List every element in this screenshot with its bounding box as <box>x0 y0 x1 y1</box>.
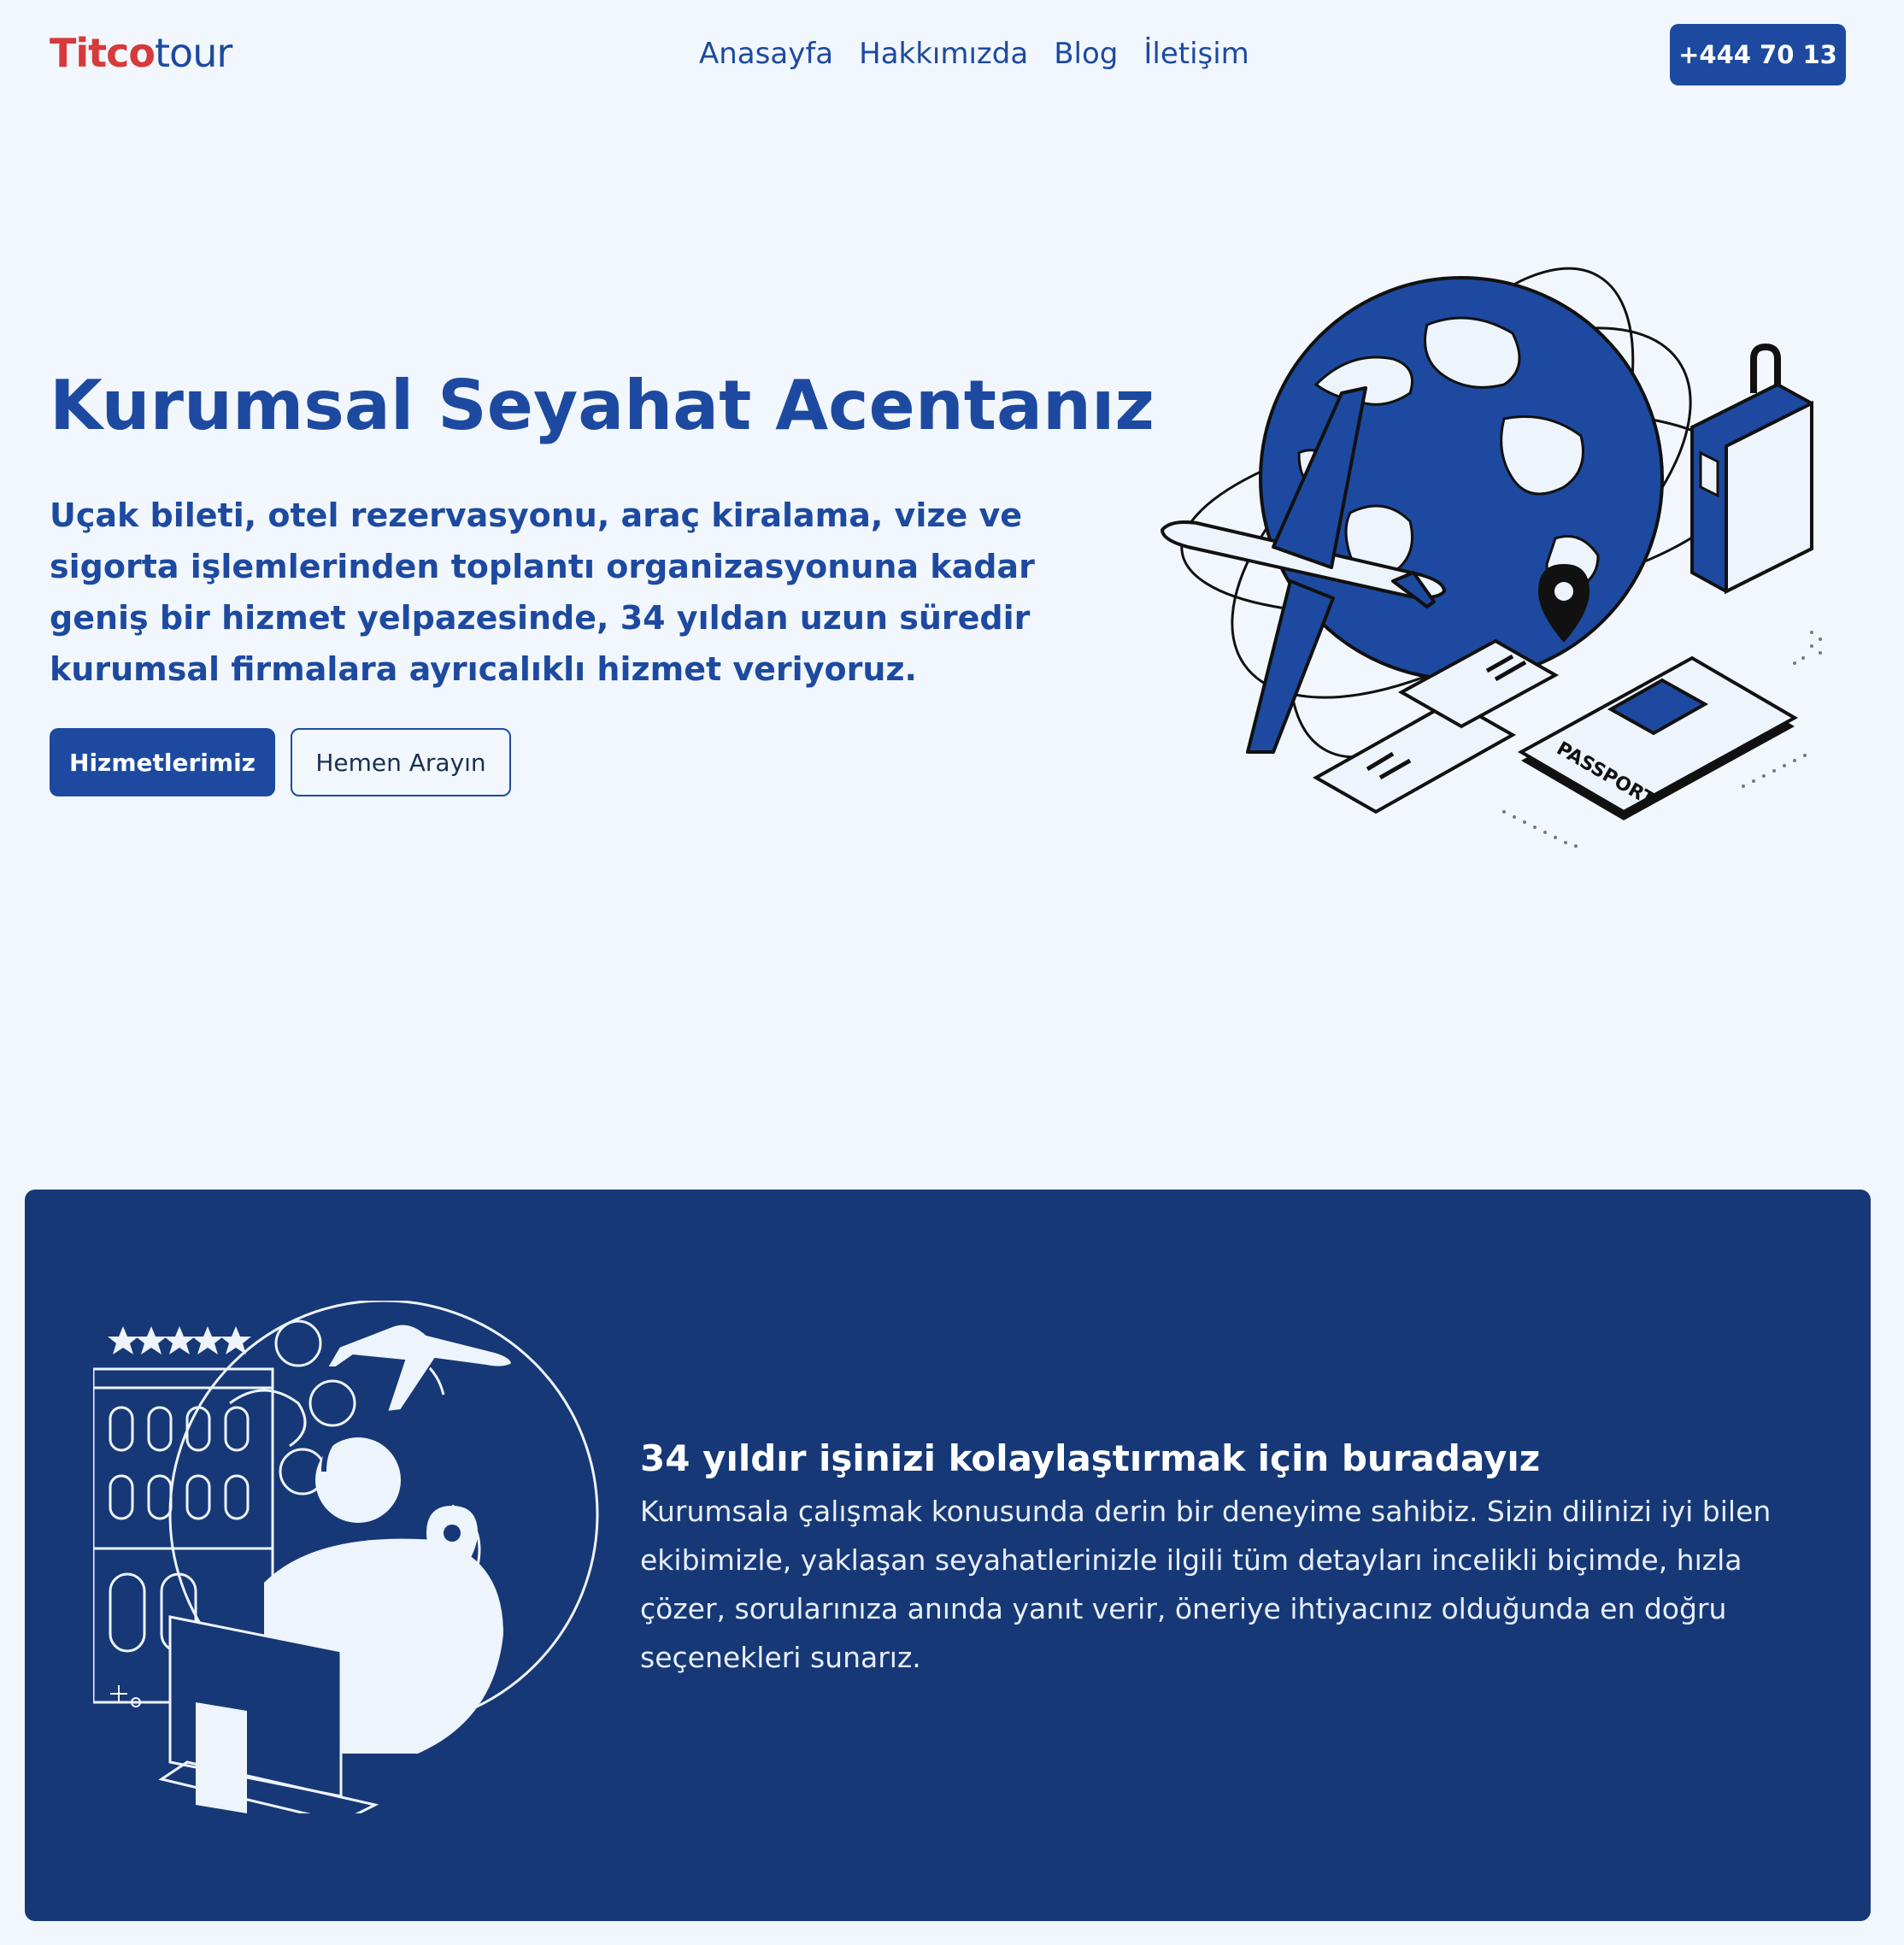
about-highlight-section: 34 yıldır işinizi kolaylaştırmak için bu… <box>25 1190 1871 1921</box>
nav-item-iletisim[interactable]: İletişim <box>1143 32 1249 75</box>
five-star-rating-icon <box>108 1326 251 1354</box>
nav-item-blog[interactable]: Blog <box>1054 32 1118 75</box>
logo-part-red: Titco <box>50 30 156 76</box>
nav-item-hakkimizda[interactable]: Hakkımızda <box>859 32 1028 75</box>
about-text: Kurumsala çalışmak konusunda derin bir d… <box>640 1495 1772 1674</box>
gym-icon <box>309 1379 356 1427</box>
suitcase-icon <box>1690 343 1813 595</box>
support-agent-illustration <box>93 1301 599 1813</box>
brand-logo[interactable]: Titcotour <box>50 26 232 80</box>
restaurant-icon <box>274 1319 322 1367</box>
about-title: 34 yıldır işinizi kolaylaştırmak için bu… <box>640 1437 1541 1479</box>
nav-item-anasayfa[interactable]: Anasayfa <box>699 32 833 75</box>
passport-icon: PASSPORT <box>1517 655 1799 820</box>
main-nav: Anasayfa Hakkımızda Blog İletişim <box>699 32 1249 75</box>
phone-button[interactable]: +444 70 13 <box>1670 24 1846 85</box>
site-header: Titcotour Anasayfa Hakkımızda Blog İleti… <box>0 0 1904 111</box>
hero-description: Uçak bileti, otel rezervasyonu, araç kir… <box>50 497 1035 688</box>
call-now-button[interactable]: Hemen Arayın <box>291 728 511 796</box>
travel-globe-illustration: PASSPORT <box>1161 267 1822 848</box>
services-button[interactable]: Hizmetlerimiz <box>50 728 275 796</box>
hero-title: Kurumsal Seyahat Acentanız <box>50 366 1155 445</box>
logo-part-blue: tour <box>155 30 232 76</box>
